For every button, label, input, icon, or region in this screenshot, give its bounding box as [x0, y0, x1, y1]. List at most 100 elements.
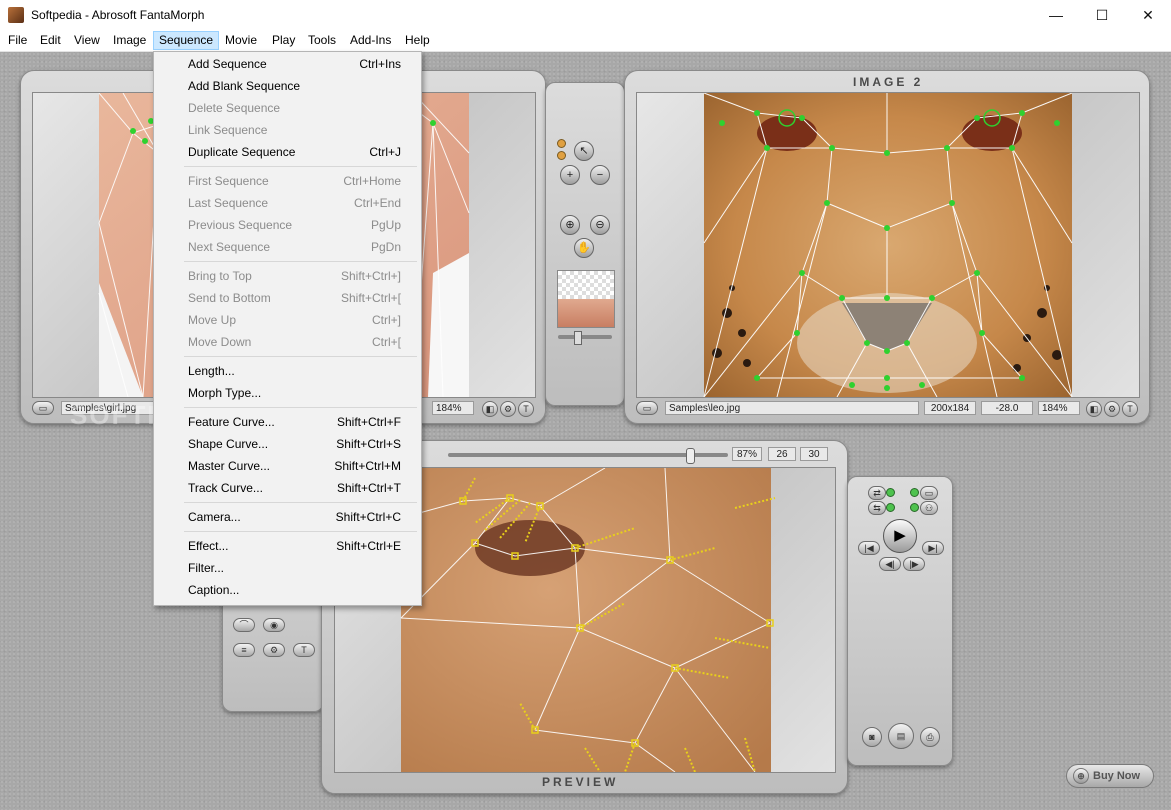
menu-item-label: Add Sequence [188, 57, 267, 71]
menu-item-add-sequence[interactable]: Add Sequence Ctrl+Ins [154, 53, 421, 75]
menu-item-label: Effect... [188, 539, 229, 553]
menu-image[interactable]: Image [108, 32, 151, 49]
eye-tool-icon[interactable]: ◉ [263, 618, 285, 632]
menu-item-shortcut: Ctrl+Ins [359, 57, 401, 71]
loop-mode-icon[interactable]: ⇄ [868, 486, 886, 500]
menu-item-shortcut: Shift+Ctrl+C [335, 510, 401, 524]
export-movie-icon[interactable]: ▤ [888, 723, 914, 749]
open-image1-button[interactable]: ▭ [32, 401, 54, 415]
snapshot-icon[interactable]: ◙ [862, 727, 882, 747]
menu-item-label: Next Sequence [188, 240, 271, 254]
menu-item-effect[interactable]: Effect... Shift+Ctrl+E [154, 535, 421, 557]
menu-item-shortcut: Ctrl+] [371, 313, 401, 327]
menu-item-feature-curve[interactable]: Feature Curve... Shift+Ctrl+F [154, 411, 421, 433]
menu-item-shortcut: Shift+Ctrl+E [336, 539, 401, 553]
menu-item-label: Morph Type... [188, 386, 262, 400]
maximize-button[interactable]: ☐ [1079, 0, 1125, 30]
girl-photo-background-right [428, 253, 469, 397]
add-point-icon[interactable]: + [560, 165, 580, 185]
menu-item-shape-curve[interactable]: Shape Curve... Shift+Ctrl+S [154, 433, 421, 455]
preview-total-field[interactable]: 30 [800, 447, 828, 461]
menu-play[interactable]: Play [267, 32, 300, 49]
menu-item-track-curve[interactable]: Track Curve... Shift+Ctrl+T [154, 477, 421, 499]
menu-item-shortcut: Shift+Ctrl+[ [340, 291, 401, 305]
film-mode-led [910, 488, 919, 497]
menu-item-shortcut: PgDn [370, 240, 401, 254]
menu-item-caption[interactable]: Caption... [154, 579, 421, 601]
caption-tool-icon[interactable]: T [293, 643, 315, 657]
preview-timeline-slider[interactable] [448, 448, 728, 464]
center-toolbar: ↖ + − ⊕ ⊖ ✋ [545, 82, 625, 406]
preview-percent-field: 87% [732, 447, 762, 461]
menu-item-add-blank-sequence[interactable]: Add Blank Sequence [154, 75, 421, 97]
menu-item-master-curve[interactable]: Master Curve... Shift+Ctrl+M [154, 455, 421, 477]
film-mode-icon[interactable]: ▭ [920, 486, 938, 500]
play-button[interactable]: ▶ [883, 519, 917, 553]
preview-frame-field[interactable]: 26 [768, 447, 796, 461]
zoom-in-icon[interactable]: ⊕ [560, 215, 580, 235]
menu-view[interactable]: View [69, 32, 105, 49]
thumbnail-slider[interactable] [558, 331, 612, 345]
menu-item-label: Add Blank Sequence [188, 79, 301, 93]
filter-tool-icon[interactable]: ≡ [233, 643, 255, 657]
window-title: Softpedia - Abrosoft FantaMorph [31, 8, 205, 22]
image2-settings-button[interactable]: ⚙ [1104, 401, 1120, 417]
image2-panel: IMAGE 2 ▭ Samples\leo.jpg 200x184 -28.0 … [624, 70, 1150, 424]
curve-tool-icon[interactable]: ⌒ [233, 618, 255, 632]
image1-flip-button[interactable]: ◧ [482, 401, 498, 417]
next-frame-icon[interactable]: |▶ [903, 557, 925, 571]
menu-item-label: Feature Curve... [188, 415, 275, 429]
menu-sequence[interactable]: Sequence [153, 31, 220, 50]
preview-timeline-handle[interactable] [686, 448, 695, 464]
menu-item-filter[interactable]: Filter... [154, 557, 421, 579]
minimize-button[interactable]: — [1033, 0, 1079, 30]
thumbnail-slider-handle[interactable] [574, 331, 582, 345]
buy-now-button[interactable]: ⊕ Buy Now [1066, 764, 1154, 788]
menu-item-link-sequence: Link Sequence [154, 119, 421, 141]
menu-separator [184, 356, 417, 357]
zoom-out-icon[interactable]: ⊖ [590, 215, 610, 235]
menu-item-shortcut: Ctrl+Home [343, 174, 401, 188]
image2-zoom-select[interactable]: 184% [1038, 401, 1080, 415]
menu-movie[interactable]: Movie [220, 32, 262, 49]
buy-now-label: Buy Now [1093, 770, 1141, 782]
image2-text-button[interactable]: T [1122, 401, 1138, 417]
menu-item-camera[interactable]: Camera... Shift+Ctrl+C [154, 506, 421, 528]
image1-text-button[interactable]: T [518, 401, 534, 417]
menu-help[interactable]: Help [400, 32, 435, 49]
menu-item-duplicate-sequence[interactable]: Duplicate Sequence Ctrl+J [154, 141, 421, 163]
hand-tool-icon[interactable]: ✋ [574, 238, 594, 258]
menu-separator [184, 407, 417, 408]
menu-tools[interactable]: Tools [303, 32, 341, 49]
gear-tool-icon[interactable]: ⚙ [263, 643, 285, 657]
last-frame-icon[interactable]: ▶| [922, 541, 944, 555]
menu-item-length[interactable]: Length... [154, 360, 421, 382]
remove-point-icon[interactable]: − [590, 165, 610, 185]
menu-separator [184, 502, 417, 503]
pointer-tool-icon[interactable]: ↖ [574, 141, 594, 161]
menu-add-ins[interactable]: Add-Ins [345, 32, 396, 49]
title-bar: Softpedia - Abrosoft FantaMorph — ☐ ✕ [0, 0, 1171, 30]
tool-led [557, 151, 566, 160]
menu-edit[interactable]: Edit [35, 32, 66, 49]
menu-item-label: Duplicate Sequence [188, 145, 296, 159]
image2-label: IMAGE 2 [853, 75, 924, 89]
first-frame-icon[interactable]: |◀ [858, 541, 880, 555]
image1-zoom-select[interactable]: 184% [432, 401, 474, 415]
menu-item-shortcut: Shift+Ctrl+F [336, 415, 401, 429]
menu-item-label: Filter... [188, 561, 225, 575]
menu-item-label: Link Sequence [188, 123, 268, 137]
bounce-mode-icon[interactable]: ⇆ [868, 501, 886, 515]
open-image2-button[interactable]: ▭ [636, 401, 658, 415]
network-mode-icon[interactable]: ⚇ [920, 501, 938, 515]
image1-settings-button[interactable]: ⚙ [500, 401, 516, 417]
close-button[interactable]: ✕ [1125, 0, 1171, 30]
tool-led [557, 139, 566, 148]
menu-item-label: Send to Bottom [188, 291, 271, 305]
menu-file[interactable]: File [3, 32, 32, 49]
menu-item-morph-type[interactable]: Morph Type... [154, 382, 421, 404]
image2-flip-button[interactable]: ◧ [1086, 401, 1102, 417]
previous-frame-icon[interactable]: ◀| [879, 557, 901, 571]
export-image-icon[interactable]: ⎙ [920, 727, 940, 747]
image2-viewport[interactable] [636, 92, 1140, 398]
